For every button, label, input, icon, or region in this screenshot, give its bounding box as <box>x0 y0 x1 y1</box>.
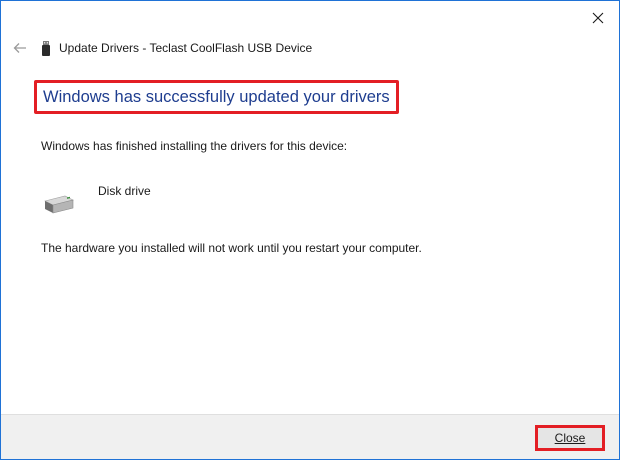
dialog-title: Update Drivers - Teclast CoolFlash USB D… <box>59 41 313 55</box>
close-window-icon[interactable] <box>587 7 609 29</box>
close-button-label: Close <box>554 431 586 445</box>
usb-device-icon <box>41 40 51 56</box>
success-headline: Windows has successfully updated your dr… <box>43 87 390 106</box>
disk-drive-icon <box>41 195 75 215</box>
restart-notice: The hardware you installed will not work… <box>41 241 422 255</box>
update-drivers-dialog: Update Drivers - Teclast CoolFlash USB D… <box>0 0 620 460</box>
device-name: Disk drive <box>98 184 151 198</box>
back-arrow-icon[interactable] <box>11 39 29 57</box>
close-button[interactable]: Close <box>535 425 605 451</box>
headline-highlight: Windows has successfully updated your dr… <box>34 80 399 114</box>
dialog-header: Update Drivers - Teclast CoolFlash USB D… <box>11 37 312 59</box>
finished-installing-text: Windows has finished installing the driv… <box>41 139 348 153</box>
dialog-footer: Close <box>1 414 619 459</box>
